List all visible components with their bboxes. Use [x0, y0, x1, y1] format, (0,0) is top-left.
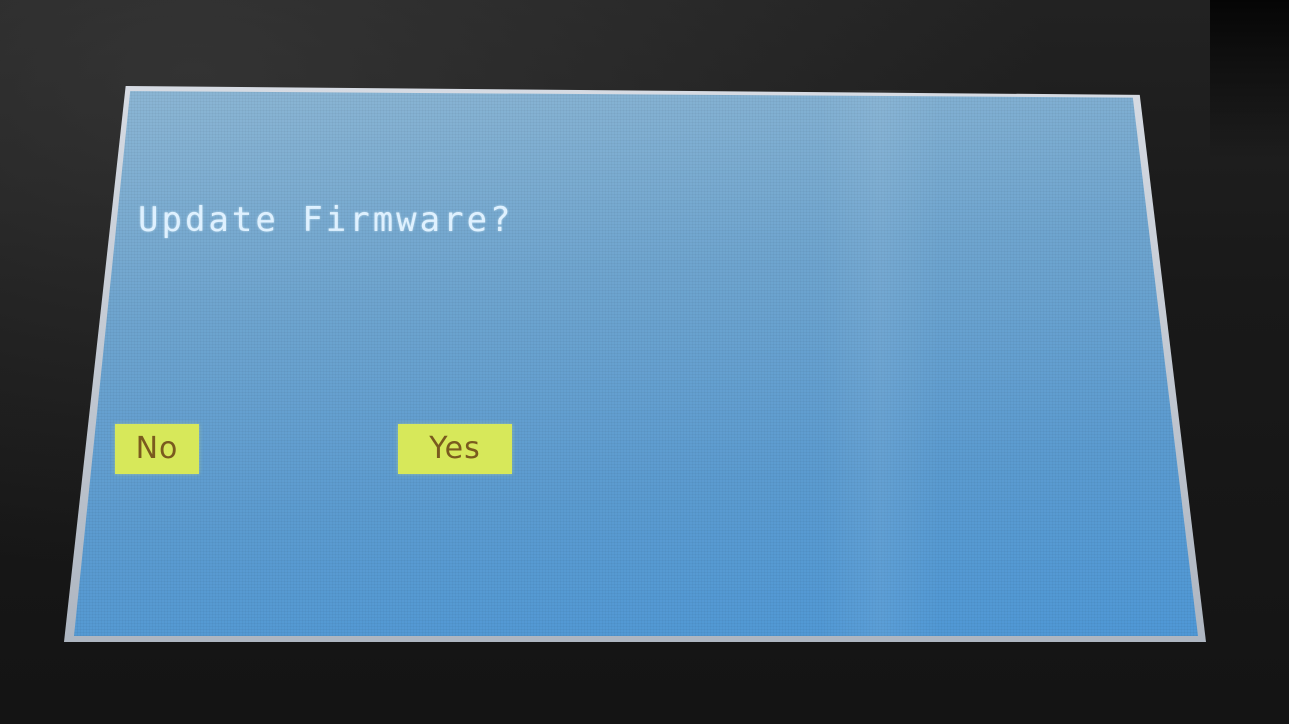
dialog-title: Update Firmware?: [138, 200, 514, 240]
lcd-screen: [74, 91, 1198, 636]
yes-button[interactable]: Yes: [398, 424, 512, 474]
device-bezel: Update Firmware? No Yes: [0, 0, 1289, 724]
no-button[interactable]: No: [115, 424, 199, 474]
bezel-reflection: [1210, 0, 1289, 160]
